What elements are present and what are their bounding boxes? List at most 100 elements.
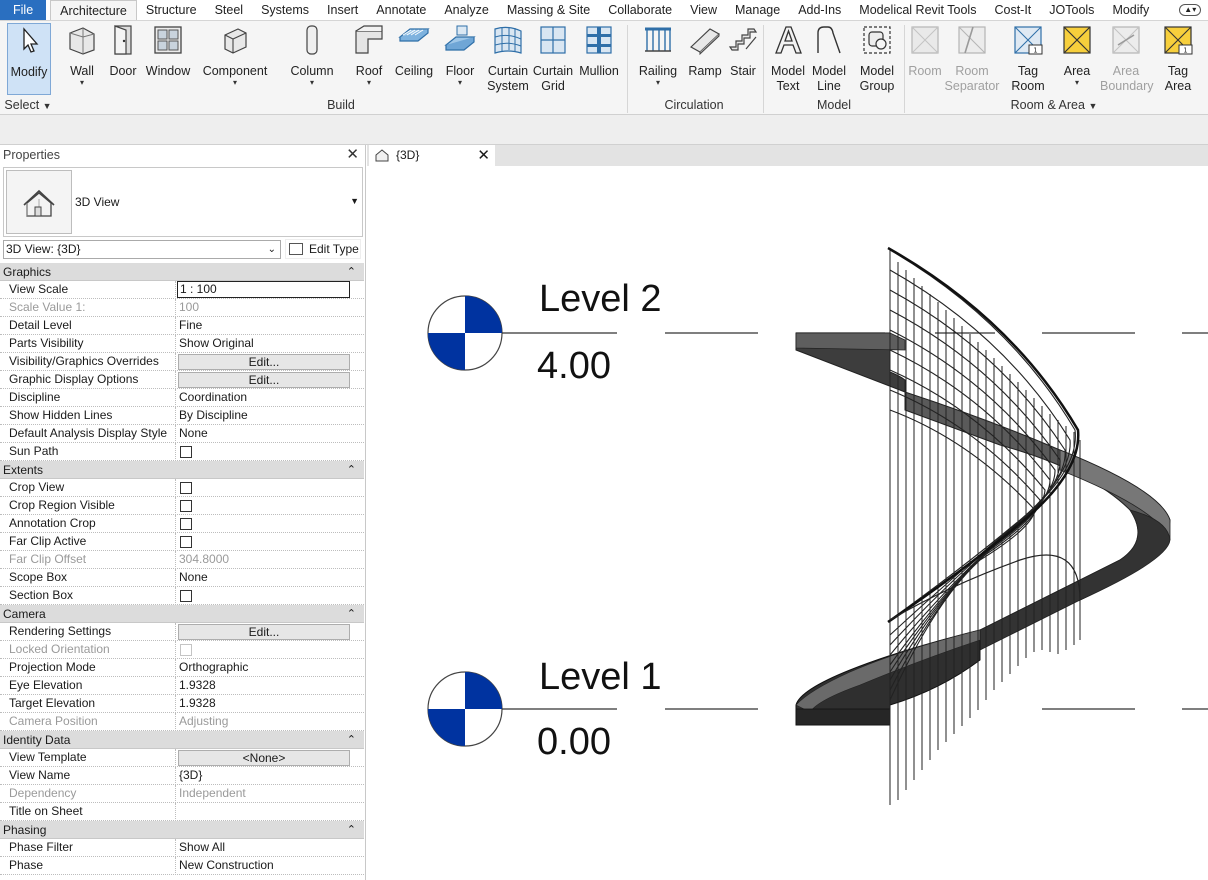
stair-button[interactable]: Stair [726, 23, 760, 79]
railing-dropdown-icon[interactable]: ▾ [636, 79, 680, 87]
curtain-grid-button[interactable]: Curtain Grid [531, 23, 575, 94]
crop-region-visible-checkbox[interactable] [180, 500, 192, 512]
tab-systems[interactable]: Systems [252, 0, 318, 20]
room-separator-button[interactable]: Room Separator [944, 23, 1000, 94]
prop-view-scale[interactable]: View Scale 1 : 100 [0, 281, 364, 299]
far-clip-active-checkbox[interactable] [180, 536, 192, 548]
prop-target-elevation[interactable]: Target Elevation 1.9328 [0, 695, 364, 713]
tag-room-button[interactable]: 1 Tag Room [1006, 23, 1050, 94]
area-boundary-button[interactable]: Area Boundary [1100, 23, 1154, 94]
level-1-name[interactable]: Level 1 [539, 656, 662, 699]
tab-architecture[interactable]: Architecture [50, 0, 137, 20]
close-icon[interactable]: ✕ [477, 145, 490, 166]
model-line-button[interactable]: Model Line [809, 23, 849, 94]
modify-button[interactable]: Modify [7, 23, 51, 95]
prop-value[interactable]: Fine [178, 317, 350, 335]
room-button[interactable]: Room [906, 23, 944, 79]
prop-default-analysis-style[interactable]: Default Analysis Display Style None [0, 425, 364, 443]
prop-projection-mode[interactable]: Projection Mode Orthographic [0, 659, 364, 677]
prop-value[interactable]: None [178, 425, 350, 443]
instance-selector[interactable]: 3D View: {3D} ⌄ [3, 240, 281, 259]
prop-phase[interactable]: Phase New Construction [0, 857, 364, 875]
view-tab-3d[interactable]: {3D} ✕ [369, 145, 495, 166]
window-button[interactable]: Window [145, 23, 191, 79]
tab-analyze[interactable]: Analyze [435, 0, 497, 20]
prop-value[interactable]: Coordination [178, 389, 350, 407]
view-scale-input[interactable]: 1 : 100 [177, 281, 350, 298]
prop-phase-filter[interactable]: Phase Filter Show All [0, 839, 364, 857]
floor-dropdown-icon[interactable]: ▾ [442, 79, 478, 87]
view-template-button[interactable]: <None> [178, 750, 350, 766]
prop-scope-box[interactable]: Scope Box None [0, 569, 364, 587]
level-1-elevation[interactable]: 0.00 [537, 721, 611, 764]
category-identity-data[interactable]: Identity Data ⌃ [0, 731, 364, 749]
rendering-settings-edit-button[interactable]: Edit... [178, 624, 350, 640]
prop-value[interactable]: None [178, 569, 350, 587]
prop-value[interactable]: 1.9328 [178, 695, 350, 713]
section-box-checkbox[interactable] [180, 590, 192, 602]
prop-value[interactable]: Show Original [178, 335, 350, 353]
close-icon[interactable]: ✕ [346, 145, 359, 165]
tab-jotools[interactable]: JOTools [1040, 0, 1103, 20]
category-extents[interactable]: Extents ⌃ [0, 461, 364, 479]
column-button[interactable]: Column ▾ [287, 23, 337, 87]
prop-discipline[interactable]: Discipline Coordination [0, 389, 364, 407]
prop-eye-elevation[interactable]: Eye Elevation 1.9328 [0, 677, 364, 695]
curtain-system-button[interactable]: Curtain System [486, 23, 530, 94]
model-group-button[interactable]: Model Group [852, 23, 902, 94]
prop-parts-visibility[interactable]: Parts Visibility Show Original [0, 335, 364, 353]
area-button[interactable]: Area ▾ [1058, 23, 1096, 87]
category-graphics[interactable]: Graphics ⌃ [0, 263, 364, 281]
model-text-button[interactable]: Model Text [768, 23, 808, 94]
prop-value[interactable] [178, 803, 350, 821]
railing-button[interactable]: Railing ▾ [636, 23, 680, 87]
prop-value[interactable]: 1.9328 [178, 677, 350, 695]
mullion-button[interactable]: Mullion [577, 23, 621, 79]
tab-view[interactable]: View [681, 0, 726, 20]
category-phasing[interactable]: Phasing ⌃ [0, 821, 364, 839]
vg-overrides-edit-button[interactable]: Edit... [178, 354, 350, 370]
category-camera[interactable]: Camera ⌃ [0, 605, 364, 623]
prop-value[interactable]: New Construction [178, 857, 350, 875]
tab-massing-site[interactable]: Massing & Site [498, 0, 599, 20]
sun-path-checkbox[interactable] [180, 446, 192, 458]
prop-value[interactable]: Orthographic [178, 659, 350, 677]
crop-view-checkbox[interactable] [180, 482, 192, 494]
column-dropdown-icon[interactable]: ▾ [287, 79, 337, 87]
level-2-name[interactable]: Level 2 [539, 278, 662, 321]
tab-manage[interactable]: Manage [726, 0, 789, 20]
3d-view-canvas[interactable]: Level 2 4.00 Level 1 0.00 [367, 166, 1208, 880]
ceiling-button[interactable]: Ceiling [393, 23, 435, 79]
prop-show-hidden-lines[interactable]: Show Hidden Lines By Discipline [0, 407, 364, 425]
component-dropdown-icon[interactable]: ▾ [202, 79, 268, 87]
wall-button[interactable]: Wall ▾ [63, 23, 101, 87]
tab-annotate[interactable]: Annotate [367, 0, 435, 20]
tag-area-button[interactable]: 1 Tag Area [1156, 23, 1200, 94]
ribbon-toggle-control[interactable]: ▲▾ [1170, 0, 1208, 20]
tab-structure[interactable]: Structure [137, 0, 206, 20]
level-2-elevation[interactable]: 4.00 [537, 345, 611, 388]
annotation-crop-checkbox[interactable] [180, 518, 192, 530]
tab-collaborate[interactable]: Collaborate [599, 0, 681, 20]
prop-view-name[interactable]: View Name {3D} [0, 767, 364, 785]
tab-cost-it[interactable]: Cost-It [985, 0, 1040, 20]
roof-dropdown-icon[interactable]: ▾ [352, 79, 386, 87]
prop-title-on-sheet[interactable]: Title on Sheet [0, 803, 364, 821]
type-selector[interactable]: 3D View ▼ [3, 167, 363, 237]
tab-file[interactable]: File [0, 0, 47, 20]
door-button[interactable]: Door [106, 23, 140, 79]
tab-add-ins[interactable]: Add-Ins [789, 0, 850, 20]
group-label-select[interactable]: Select ▼ [4, 98, 52, 112]
edit-type-button[interactable]: Edit Type [285, 239, 361, 259]
tab-modelical-revit-tools[interactable]: Modelical Revit Tools [850, 0, 985, 20]
prop-value[interactable]: By Discipline [178, 407, 350, 425]
prop-detail-level[interactable]: Detail Level Fine [0, 317, 364, 335]
floor-button[interactable]: Floor ▾ [442, 23, 478, 87]
graphic-display-edit-button[interactable]: Edit... [178, 372, 350, 388]
group-label-room-area[interactable]: Room & Area ▼ [1004, 98, 1104, 112]
tab-modify[interactable]: Modify [1103, 0, 1158, 20]
area-dropdown-icon[interactable]: ▾ [1058, 79, 1096, 87]
tab-insert[interactable]: Insert [318, 0, 367, 20]
roof-button[interactable]: Roof ▾ [352, 23, 386, 87]
wall-dropdown-icon[interactable]: ▾ [63, 79, 101, 87]
